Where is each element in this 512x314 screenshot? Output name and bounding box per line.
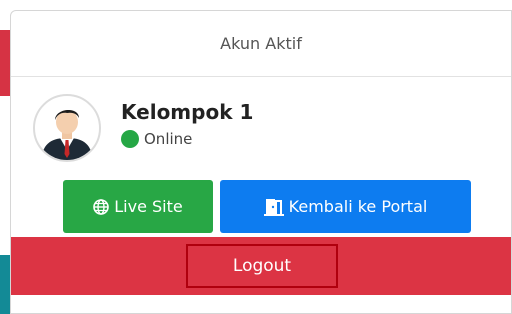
status-label: Online [144, 130, 193, 148]
action-buttons: Live Site Kembali ke Portal [63, 180, 471, 233]
account-dropdown: Akun Aktif Kelompok 1 Online Live Site K… [10, 10, 512, 314]
dropdown-header: Akun Aktif [11, 11, 511, 77]
status-dot-icon [121, 130, 139, 148]
live-site-label: Live Site [114, 197, 183, 216]
dropdown-title: Akun Aktif [220, 34, 302, 53]
user-avatar-icon [41, 109, 93, 160]
globe-icon [93, 198, 110, 215]
logout-button[interactable]: Logout [186, 244, 338, 288]
logout-bar: Logout [11, 237, 511, 295]
logout-label: Logout [232, 256, 292, 276]
portal-button[interactable]: Kembali ke Portal [220, 180, 471, 233]
avatar [33, 94, 101, 162]
user-status: Online [121, 130, 253, 148]
user-name: Kelompok 1 [121, 100, 254, 124]
portal-label: Kembali ke Portal [288, 197, 428, 216]
live-site-button[interactable]: Live Site [63, 180, 213, 233]
door-exit-icon [263, 198, 284, 216]
background-accent-strip [0, 30, 10, 96]
user-panel: Kelompok 1 Online [33, 94, 253, 162]
